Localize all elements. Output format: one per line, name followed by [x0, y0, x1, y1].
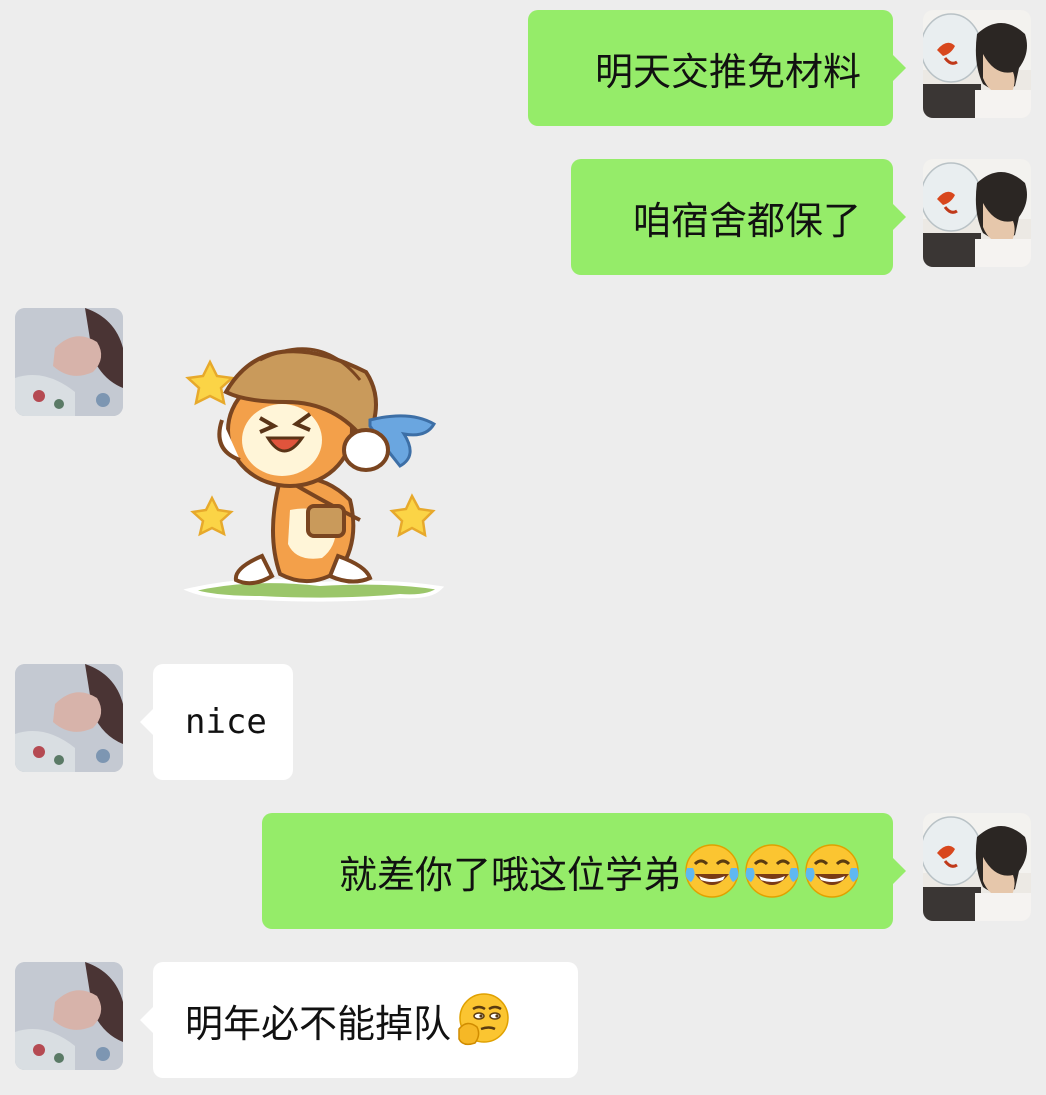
message-text: 明年必不能掉队	[185, 1001, 452, 1046]
contact-avatar[interactable]	[15, 962, 123, 1070]
blurry-photo-avatar-icon	[15, 664, 123, 772]
tears-of-joy-icon	[683, 842, 741, 900]
my-message-bubble[interactable]: 咱宿舍都保了	[571, 159, 906, 275]
goldfish-bowl-avatar-icon	[923, 10, 1031, 118]
my-avatar[interactable]	[923, 159, 1031, 267]
tears-of-joy-icon	[803, 842, 861, 900]
tears-of-joy-icon	[743, 842, 801, 900]
contact-message-bubble[interactable]: 明年必不能掉队	[140, 962, 578, 1078]
contact-avatar[interactable]	[15, 664, 123, 772]
goldfish-bowl-avatar-icon	[923, 813, 1031, 921]
my-avatar[interactable]	[923, 813, 1031, 921]
my-avatar[interactable]	[923, 10, 1031, 118]
message-text: 明天交推免材料	[594, 49, 861, 94]
blurry-photo-avatar-icon	[15, 962, 123, 1070]
contact-avatar[interactable]	[15, 308, 123, 416]
goldfish-bowl-avatar-icon	[923, 159, 1031, 267]
contact-message-bubble[interactable]: nice	[140, 664, 293, 780]
my-message-bubble[interactable]: 就差你了哦这位学弟	[262, 813, 906, 929]
smirk-thinking-icon	[453, 991, 511, 1049]
message-text: 咱宿舍都保了	[632, 198, 861, 243]
my-message-bubble[interactable]: 明天交推免材料	[528, 10, 906, 126]
blurry-photo-avatar-icon	[15, 308, 123, 416]
message-text: 就差你了哦这位学弟	[338, 852, 681, 897]
running-puppy-with-hat-sticker[interactable]	[170, 320, 460, 620]
message-text: nice	[185, 702, 267, 742]
